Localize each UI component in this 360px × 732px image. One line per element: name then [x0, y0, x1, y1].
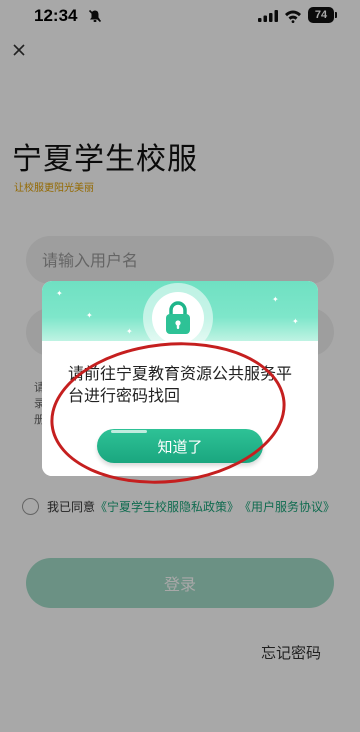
- lock-icon: [166, 301, 190, 334]
- sparkle-icon: ✦: [126, 327, 133, 336]
- sparkle-icon: ✦: [86, 311, 93, 320]
- sparkle-icon: ✦: [292, 317, 299, 326]
- sparkle-icon: ✦: [272, 295, 279, 304]
- sparkle-icon: ✦: [56, 289, 63, 298]
